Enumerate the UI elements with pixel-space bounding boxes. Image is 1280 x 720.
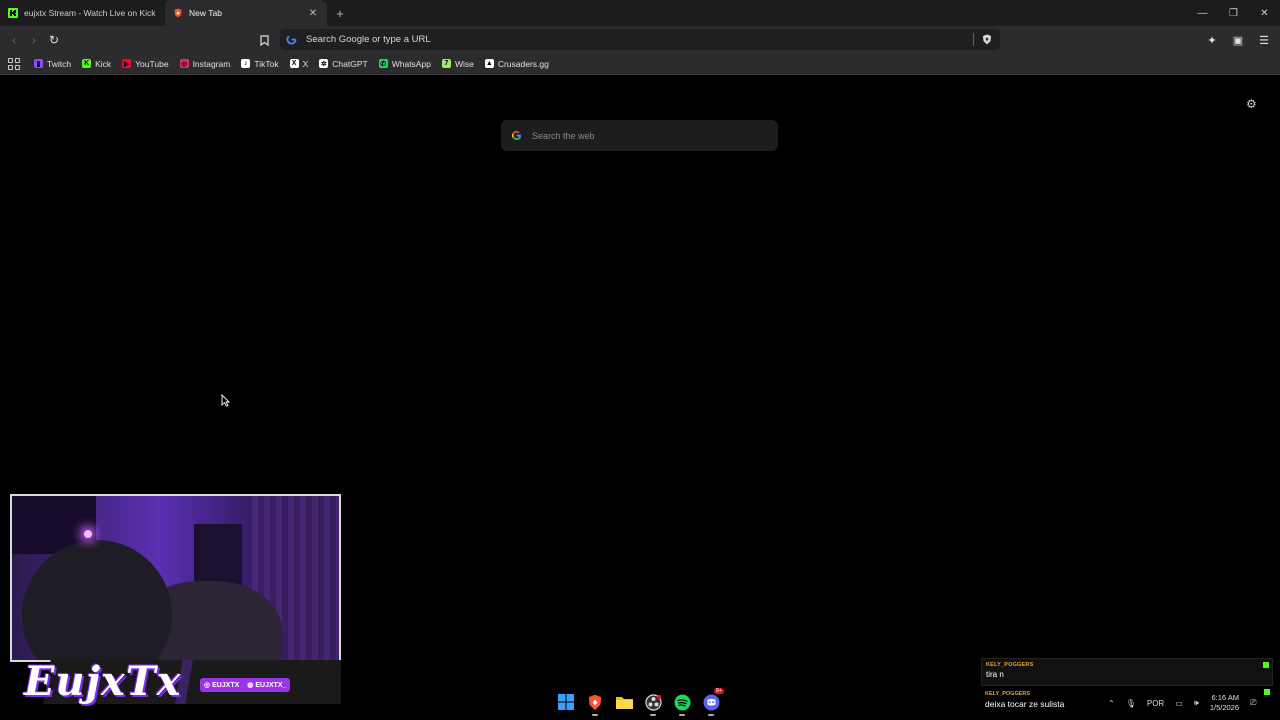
volume-icon[interactable]: 🕪︎ bbox=[1194, 698, 1199, 708]
chat-text: tira n bbox=[986, 670, 1004, 679]
address-bar-text: Search Google or type a URL bbox=[306, 34, 431, 45]
minimize-icon[interactable]: — bbox=[1187, 0, 1218, 26]
windows-start-icon[interactable] bbox=[556, 692, 576, 712]
close-window-icon[interactable]: ✕ bbox=[1249, 0, 1280, 26]
microphone-icon[interactable]: 🎙︎ bbox=[1126, 699, 1136, 708]
brave-icon bbox=[174, 8, 182, 18]
bookmark-whatsapp[interactable]: ✆ WhatsApp bbox=[378, 58, 431, 69]
crusaders-icon: ▲ bbox=[484, 59, 494, 68]
browser-toolbar: ‹ › ↻ Search Google or type a URL ✦ ▣ ☰ bbox=[0, 26, 1280, 53]
clock-date: 1/5/2026 bbox=[1209, 703, 1240, 712]
bookmark-chatgpt[interactable]: ✲ ChatGPT bbox=[319, 58, 368, 69]
obs-icon[interactable] bbox=[643, 692, 663, 716]
bookmark-tiktok[interactable]: ♪ TikTok bbox=[241, 58, 279, 69]
youtube-icon: ▶ bbox=[122, 59, 132, 68]
discord-icon[interactable]: 9+ bbox=[701, 688, 724, 716]
bookmark-wise[interactable]: 7 Wise bbox=[441, 58, 474, 69]
tab-title: New Tab bbox=[189, 8, 222, 18]
close-tab-icon[interactable]: ✕ bbox=[307, 8, 319, 19]
bookmark-youtube[interactable]: ▶ YouTube bbox=[122, 58, 169, 69]
taskbar-apps: 9+ bbox=[556, 688, 724, 716]
bookmark-label: WhatsApp bbox=[391, 58, 431, 69]
kick-icon bbox=[1263, 662, 1269, 668]
system-tray: ⌃ 🎙︎ POR ▭ 🕪︎ 6:16 AM 1/5/2026 ⎚ bbox=[1108, 693, 1256, 713]
tray-overflow-icon[interactable]: ⌃ bbox=[1108, 699, 1115, 708]
bookmark-label: YouTube bbox=[135, 58, 169, 69]
file-explorer-icon[interactable] bbox=[614, 692, 634, 712]
google-icon bbox=[511, 130, 522, 141]
tab-strip: eujxtx Stream - Watch Live on Kick New T… bbox=[0, 0, 1280, 26]
brave-icon[interactable] bbox=[585, 692, 605, 716]
bookmark-label: ChatGPT bbox=[332, 58, 368, 69]
clock-time: 6:16 AM bbox=[1211, 693, 1240, 702]
window-controls: — ❐ ✕ bbox=[1187, 0, 1280, 26]
spotify-icon[interactable] bbox=[672, 692, 692, 716]
x-icon: X bbox=[289, 59, 299, 68]
bookmark-crusaders-gg[interactable]: ▲ Crusaders.gg bbox=[484, 58, 549, 69]
bookmark-kick[interactable]: K Kick bbox=[82, 59, 111, 69]
chatgpt-icon: ✲ bbox=[319, 59, 329, 68]
toolbar-actions: ✦ ▣ ☰ bbox=[1204, 32, 1272, 48]
whatsapp-icon: ✆ bbox=[378, 59, 388, 68]
network-icon[interactable]: ▭ bbox=[1175, 699, 1183, 708]
bookmark-label: Instagram bbox=[192, 58, 231, 69]
webcam-overlay bbox=[10, 494, 341, 662]
kick-icon bbox=[8, 8, 18, 18]
address-bar[interactable]: Search Google or type a URL bbox=[280, 29, 1000, 50]
web-search-box[interactable] bbox=[501, 120, 778, 151]
bookmark-label: Kick bbox=[95, 58, 112, 69]
bookmark-label: TikTok bbox=[254, 58, 279, 69]
settings-gear-icon[interactable]: ⚙ bbox=[1246, 97, 1257, 111]
bookmark-label: Wise bbox=[454, 58, 474, 69]
language-indicator[interactable]: POR bbox=[1147, 699, 1164, 708]
bookmark-x[interactable]: XX bbox=[289, 58, 309, 69]
bookmark-twitch[interactable]: ▮ Twitch bbox=[34, 59, 71, 69]
bookmarks-bar: ▮ Twitch K Kick ▶ YouTube ◎ Instagram ♪ TikTok X X ✲… bbox=[0, 53, 1280, 75]
tab-title: eujxtx Stream - Watch Live on Kick bbox=[24, 8, 156, 18]
web-search-input[interactable] bbox=[532, 130, 752, 141]
google-icon bbox=[286, 34, 297, 45]
mouse-cursor-icon bbox=[221, 394, 230, 407]
tiktok-icon: ♪ bbox=[241, 59, 251, 68]
bookmark-instagram[interactable]: ◎ Instagram bbox=[179, 58, 231, 69]
instagram-icon: ◎ bbox=[179, 59, 189, 68]
bookmark-label: Crusaders.gg bbox=[497, 58, 549, 69]
back-icon[interactable]: ‹ bbox=[6, 32, 22, 48]
restore-icon[interactable]: ❐ bbox=[1218, 0, 1249, 26]
divider bbox=[973, 33, 974, 46]
wallet-icon[interactable]: ▣ bbox=[1230, 32, 1246, 48]
chat-message: KELY_POGGERS tira n bbox=[981, 658, 1273, 686]
bookmark-icon[interactable] bbox=[256, 32, 272, 48]
wise-icon: 7 bbox=[441, 59, 451, 68]
clock[interactable]: 6:16 AM 1/5/2026 bbox=[1210, 693, 1239, 713]
extensions-icon[interactable]: ✦ bbox=[1204, 32, 1220, 48]
chat-username: KELY_POGGERS bbox=[986, 662, 1034, 668]
new-tab-button[interactable]: + bbox=[327, 0, 353, 26]
notification-icon[interactable]: ⎚ bbox=[1250, 698, 1256, 708]
brave-shields-icon[interactable] bbox=[982, 34, 992, 45]
bookmark-label: X bbox=[302, 58, 309, 69]
tab-new-tab[interactable]: New Tab ✕ bbox=[165, 0, 327, 26]
reload-icon[interactable]: ↻ bbox=[46, 32, 62, 48]
twitch-icon: ▮ bbox=[34, 59, 43, 68]
forward-icon[interactable]: › bbox=[26, 32, 42, 48]
tab-kick-stream[interactable]: eujxtx Stream - Watch Live on Kick bbox=[0, 0, 165, 26]
menu-icon[interactable]: ☰ bbox=[1256, 32, 1272, 48]
bookmark-label: Twitch bbox=[47, 58, 72, 69]
apps-grid-icon[interactable] bbox=[8, 57, 20, 70]
kick-icon: K bbox=[82, 59, 92, 68]
discord-badge: 9+ bbox=[713, 688, 724, 694]
